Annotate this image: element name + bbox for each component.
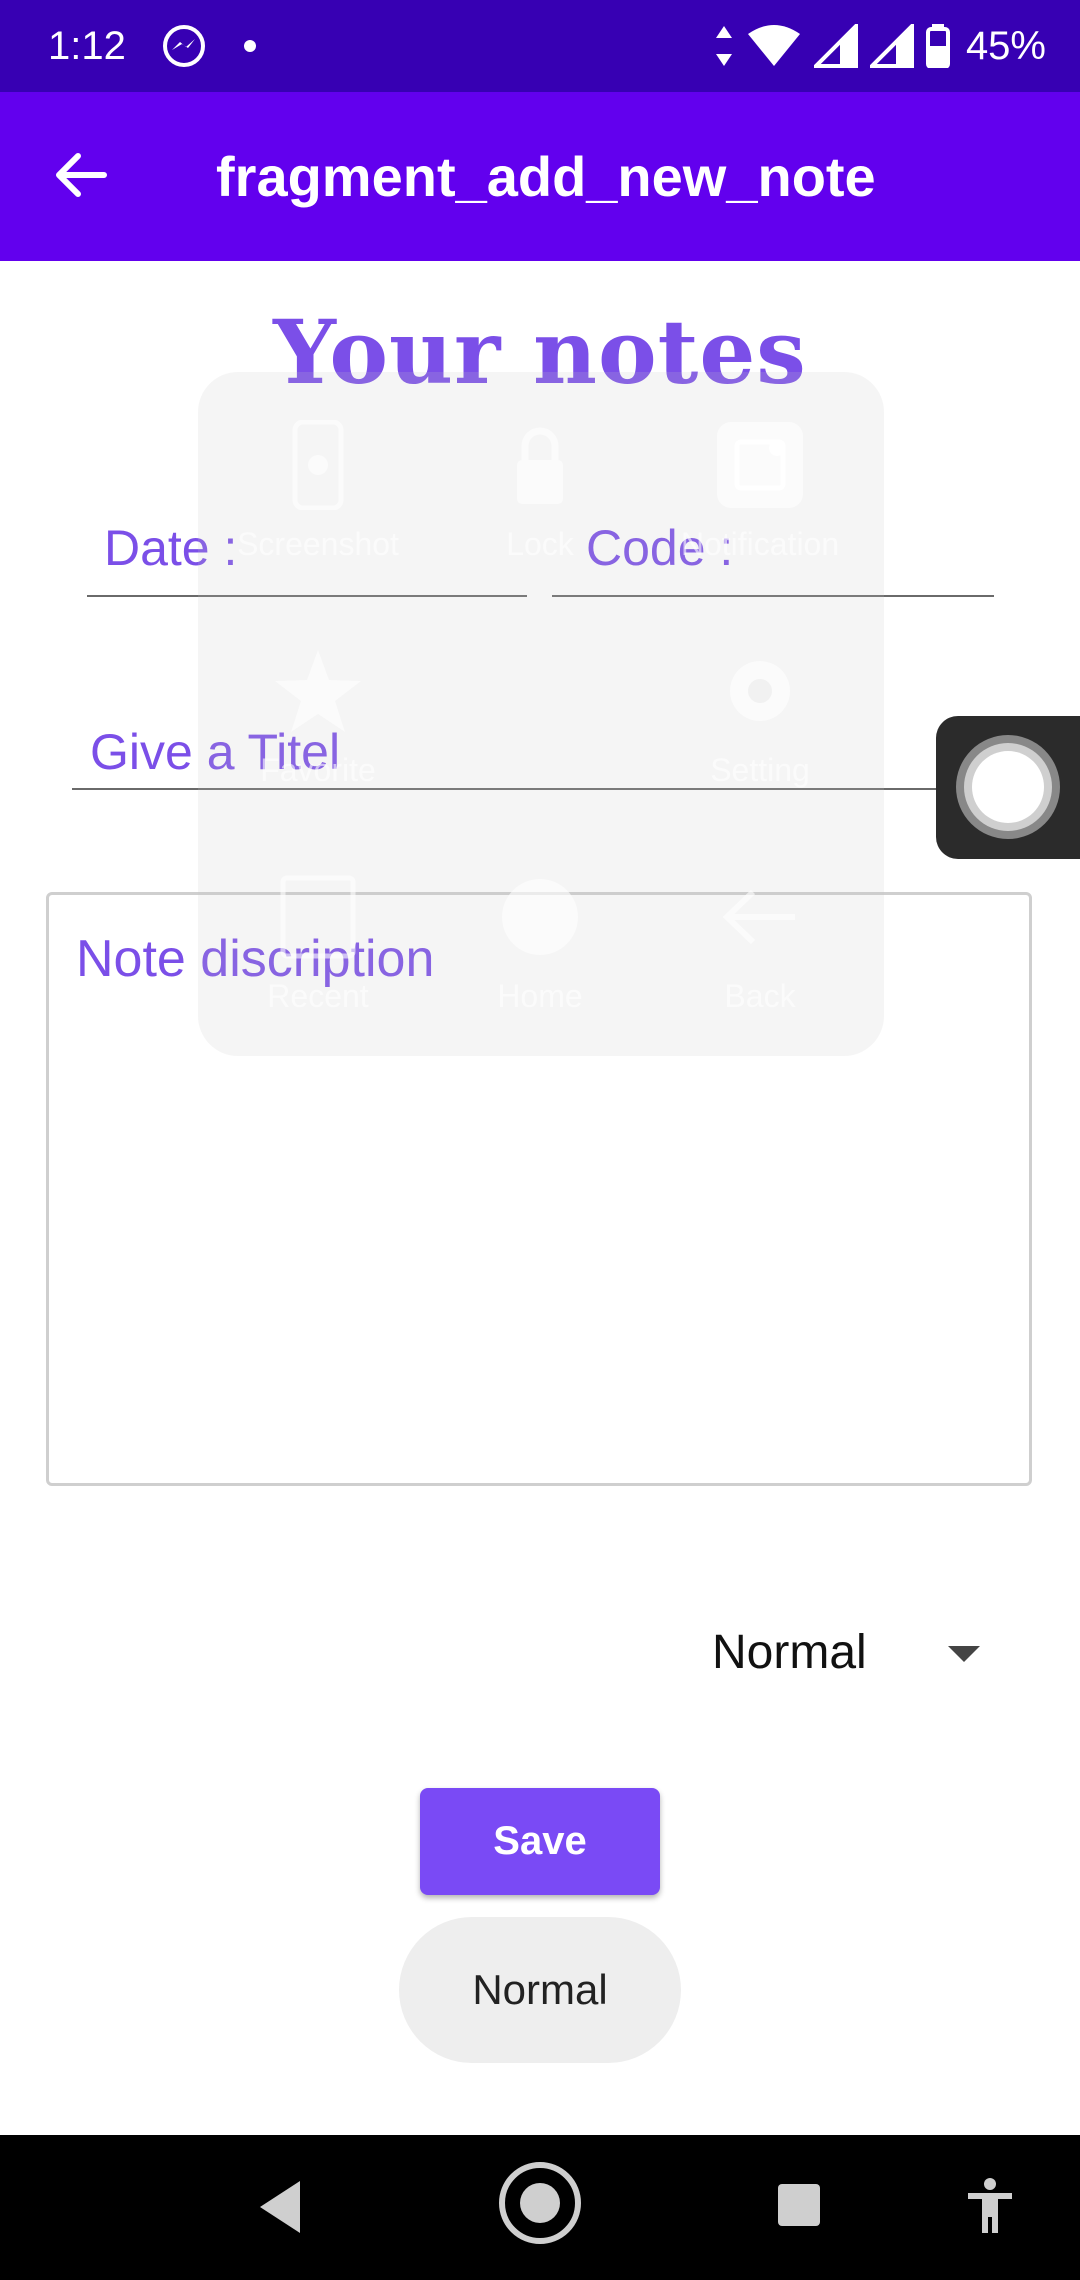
- assistive-notification-label: Notification: [680, 526, 840, 562]
- save-button[interactable]: Save: [420, 1788, 660, 1895]
- assistive-favorite-label: Favorite: [260, 752, 376, 788]
- nav-home-icon[interactable]: [496, 2159, 584, 2247]
- notification-icon: [717, 422, 803, 508]
- nav-back-icon[interactable]: [256, 2179, 304, 2235]
- signal-icon: [813, 24, 858, 68]
- assistive-favorite[interactable]: Favorite: [218, 646, 418, 789]
- accessibility-icon[interactable]: [966, 2177, 1014, 2235]
- status-time: 1:12: [48, 24, 126, 68]
- app-bar-title: fragment_add_new_note: [216, 145, 876, 208]
- status-right-icons: 45%: [714, 18, 1046, 74]
- assistive-setting[interactable]: Setting: [660, 646, 860, 789]
- back-icon: [722, 889, 795, 945]
- notification-dot: [244, 40, 256, 52]
- battery-icon: [925, 24, 950, 68]
- assistive-recent-label: Recent: [267, 978, 369, 1014]
- status-bar: 1:12 45%: [0, 0, 1080, 92]
- signal-icon: [869, 24, 914, 68]
- assistive-home-label: Home: [497, 978, 583, 1014]
- assistive-lock[interactable]: Lock: [440, 420, 640, 563]
- data-arrows-icon: [715, 26, 732, 66]
- assistive-lock-label: Lock: [506, 526, 574, 562]
- gear-icon: [730, 661, 790, 721]
- assistive-home[interactable]: Home: [440, 872, 640, 1015]
- wifi-icon: [747, 25, 800, 66]
- lock-icon: [517, 427, 563, 504]
- assistive-back[interactable]: Back: [660, 872, 860, 1015]
- app-bar: fragment_add_new_note: [0, 92, 1080, 261]
- assistive-screenshot[interactable]: Screenshot: [218, 419, 418, 563]
- star-icon: [275, 650, 361, 732]
- screenshot-icon: [292, 419, 344, 511]
- priority-spinner[interactable]: Normal: [712, 1624, 867, 1682]
- recent-icon: [280, 875, 356, 959]
- nav-recents-icon[interactable]: [776, 2182, 822, 2228]
- assistive-recent[interactable]: Recent: [218, 872, 418, 1015]
- assistive-notification[interactable]: Notification: [660, 420, 860, 563]
- arrow-back-icon[interactable]: [50, 144, 112, 206]
- dropdown-arrow-icon[interactable]: [944, 1640, 984, 1668]
- navigation-bar: [0, 2135, 1080, 2280]
- assistive-setting-label: Setting: [710, 752, 810, 788]
- toast-message: Normal: [399, 1917, 681, 2063]
- messenger-icon: [163, 25, 205, 67]
- assistive-touch-button[interactable]: [936, 716, 1080, 859]
- battery-percent: 45%: [965, 24, 1046, 68]
- assistive-ring-icon: [956, 735, 1060, 839]
- home-icon: [502, 879, 578, 955]
- assistive-back-label: Back: [724, 978, 796, 1014]
- assistive-screenshot-label: Screenshot: [237, 526, 399, 562]
